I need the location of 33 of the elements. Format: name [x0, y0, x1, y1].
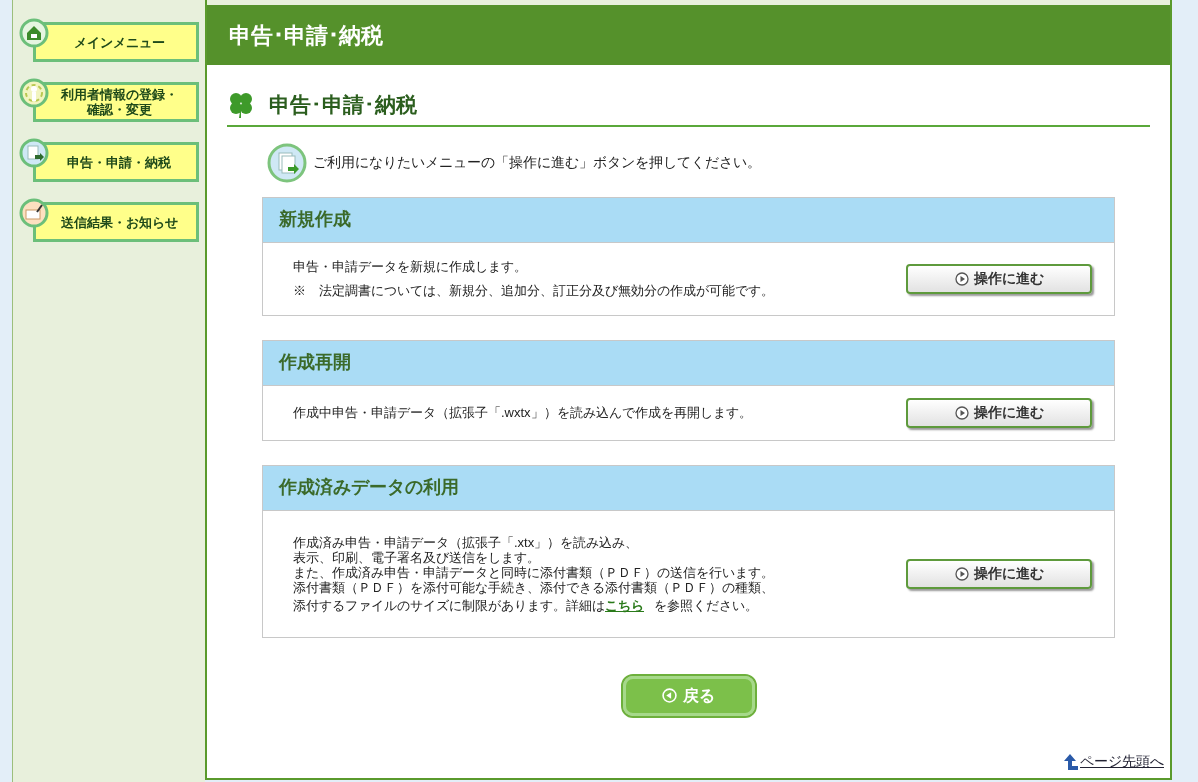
sidebar-item[interactable]: 申告・申請・納税 — [33, 142, 199, 182]
description-text: ※ 法定調書については、新規分、追加分、訂正分及び無効分の作成が可能です。 — [293, 281, 774, 300]
play-icon — [954, 566, 969, 581]
page-top-link[interactable]: ページ先頭へ — [1080, 751, 1164, 772]
sidebar-item[interactable]: 送信結果・お知らせ — [33, 202, 199, 242]
proceed-button[interactable]: 操作に進む — [906, 263, 1092, 294]
header-title: 申告･申請･納税 — [229, 21, 383, 50]
play-icon — [954, 271, 969, 286]
envelope-icon — [19, 198, 49, 228]
house-icon — [19, 18, 49, 48]
description-text: 添付するファイルのサイズに制限があります。詳細は — [293, 597, 605, 613]
person-icon — [19, 78, 49, 108]
section-title: 作成済みデータの利用 — [279, 476, 459, 499]
description-text: また、作成済み申告・申請データと同時に添付書類（ＰＤＦ）の送信を行います。 — [293, 564, 774, 580]
description-text: 表示、印刷、電子署名及び送信をします。 — [293, 549, 541, 565]
description-text: 作成済み申告・申請データ（拡張子「.xtx」）を読み込み、 — [293, 534, 640, 550]
description-text: 申告・申請データを新規に作成します。 — [293, 257, 528, 276]
proceed-button[interactable]: 操作に進む — [906, 397, 1092, 428]
sidebar-item[interactable]: メインメニュー — [33, 22, 199, 62]
details-link[interactable]: こちら — [605, 597, 654, 613]
description-text: を参照ください。 — [654, 597, 758, 613]
back-icon — [662, 688, 677, 703]
description-text: 添付書類（ＰＤＦ）を添付可能な手続き、添付できる添付書類（ＰＤＦ）の種類、 — [293, 579, 774, 595]
play-icon — [954, 405, 969, 420]
page-title: 申告･申請･納税 — [269, 92, 417, 118]
proceed-button[interactable]: 操作に進む — [906, 558, 1092, 589]
sidebar-item[interactable]: 利用者情報の登録・確認・変更 — [33, 82, 199, 122]
description-text: 作成中申告・申請データ（拡張子「.wxtx」）を読み込んで作成を再開します。 — [293, 403, 752, 422]
section-title: 新規作成 — [279, 208, 351, 231]
section-title: 作成再開 — [279, 351, 351, 374]
instruction-text: ご利用になりたいメニューの「操作に進む」ボタンを押してください。 — [313, 153, 761, 172]
clover-icon — [227, 90, 255, 119]
up-arrow-icon — [1064, 753, 1078, 770]
